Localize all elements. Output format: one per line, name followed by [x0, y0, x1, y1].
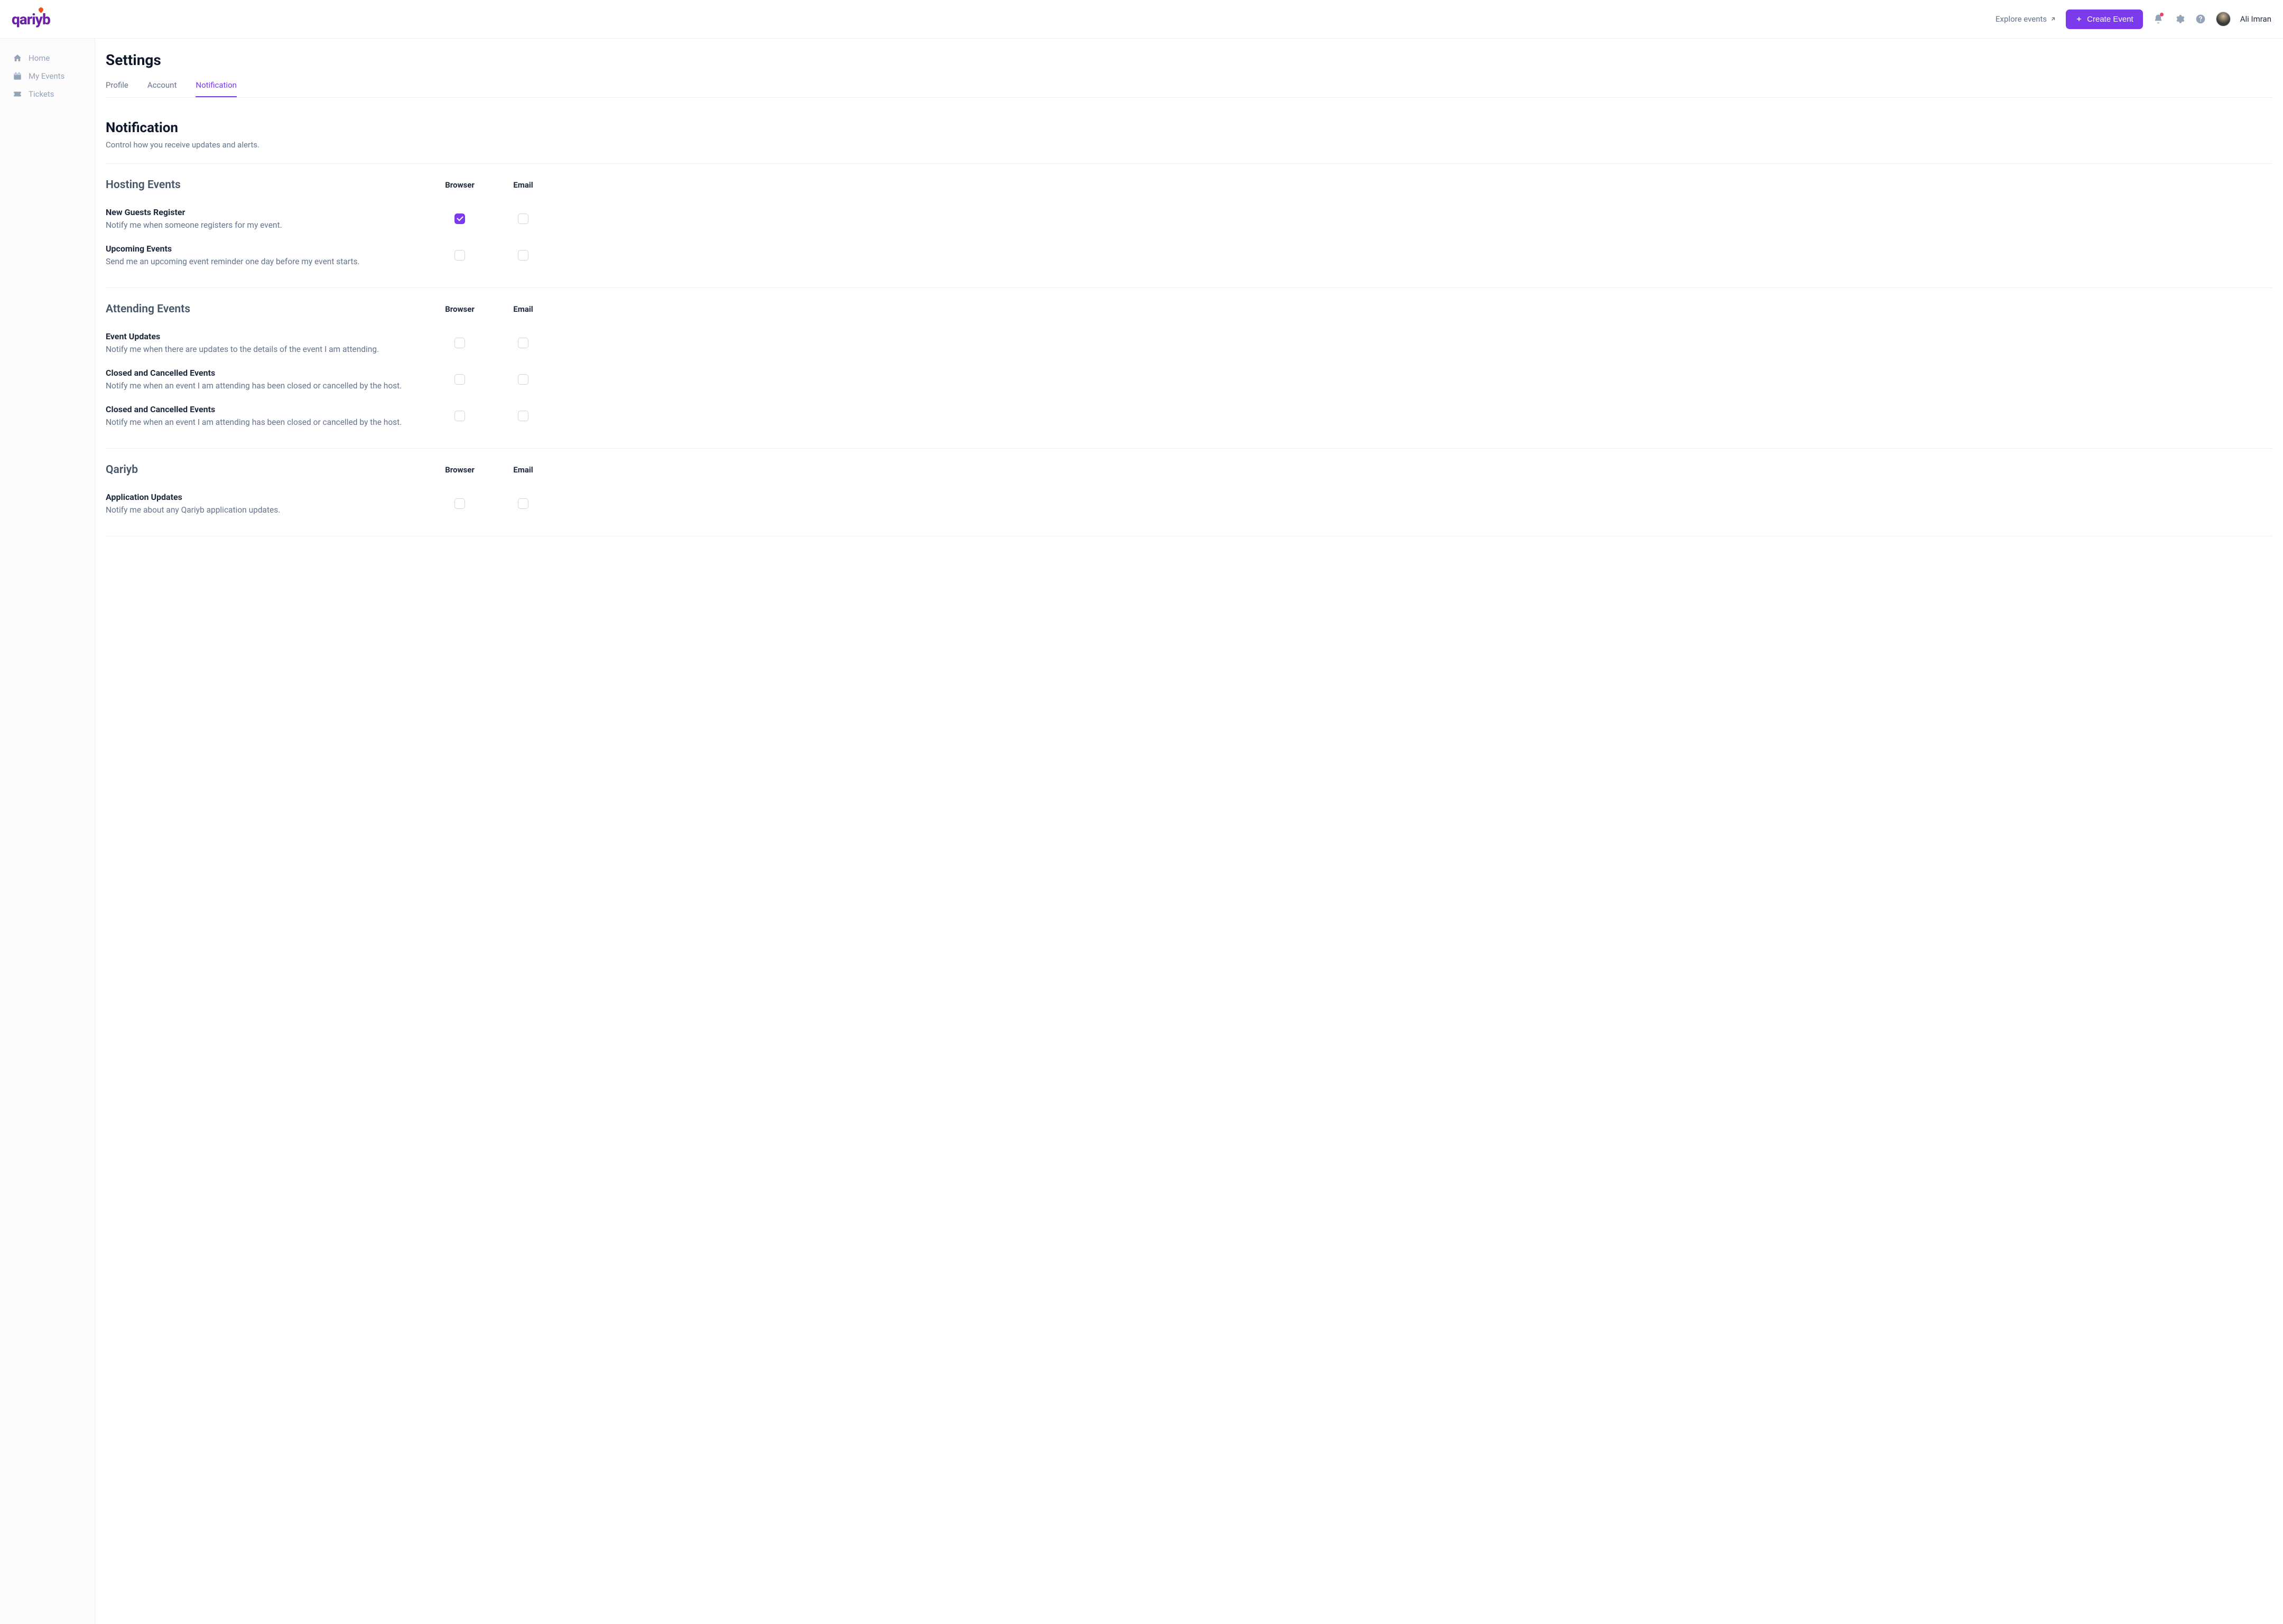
- sidebar-item-label: Tickets: [29, 89, 54, 99]
- email-checkbox-cell: [491, 250, 555, 261]
- tab-profile[interactable]: Profile: [106, 80, 128, 97]
- main-content: Settings Profile Account Notification No…: [95, 39, 2283, 1624]
- plus-icon: [2075, 15, 2083, 23]
- settings-row: Closed and Cancelled Events Notify me whe…: [106, 400, 2272, 437]
- header-right: Explore events Create Event Ali Imran: [1996, 10, 2271, 29]
- sidebar-item-my-events[interactable]: My Events: [6, 67, 95, 85]
- app-header: qariyb Explore events Create Event Ali I…: [0, 0, 2283, 39]
- email-checkbox[interactable]: [518, 214, 528, 224]
- sidebar: Home My Events Tickets: [0, 39, 95, 1624]
- settings-group: Attending EventsBrowserEmail Event Update…: [106, 288, 2272, 449]
- email-checkbox-cell: [491, 411, 555, 421]
- row-text: Upcoming Events Send me an upcoming event…: [106, 244, 428, 266]
- row-description: Notify me when an event I am attending h…: [106, 381, 428, 391]
- column-header-email: Email: [491, 465, 555, 475]
- browser-checkbox[interactable]: [454, 411, 465, 421]
- row-text: Application Updates Notify me about any Q…: [106, 492, 428, 515]
- browser-checkbox-cell: [428, 214, 491, 224]
- group-header: QariybBrowserEmail: [106, 463, 2272, 476]
- row-text: Closed and Cancelled Events Notify me whe…: [106, 368, 428, 391]
- group-header: Hosting EventsBrowserEmail: [106, 179, 2272, 191]
- home-icon: [13, 53, 22, 63]
- column-header-browser: Browser: [428, 180, 491, 190]
- browser-checkbox-cell: [428, 411, 491, 421]
- email-checkbox[interactable]: [518, 498, 528, 509]
- user-name: Ali Imran: [2240, 14, 2271, 24]
- settings-row: Application Updates Notify me about any Q…: [106, 488, 2272, 524]
- browser-checkbox-cell: [428, 374, 491, 385]
- email-checkbox[interactable]: [518, 338, 528, 348]
- settings-row: Closed and Cancelled Events Notify me whe…: [106, 364, 2272, 400]
- row-title: Event Updates: [106, 331, 428, 341]
- browser-checkbox[interactable]: [454, 498, 465, 509]
- settings-group: Hosting EventsBrowserEmail New Guests Reg…: [106, 164, 2272, 288]
- create-event-button[interactable]: Create Event: [2066, 10, 2143, 29]
- row-description: Notify me when an event I am attending h…: [106, 417, 428, 427]
- browser-checkbox-cell: [428, 338, 491, 348]
- row-description: Notify me when someone registers for my …: [106, 220, 428, 230]
- notification-dot-icon: [2160, 13, 2164, 16]
- sidebar-item-tickets[interactable]: Tickets: [6, 85, 95, 103]
- browser-checkbox-cell: [428, 498, 491, 509]
- row-text: New Guests Register Notify me when someon…: [106, 207, 428, 230]
- group-title: Attending Events: [106, 303, 428, 315]
- row-text: Event Updates Notify me when there are up…: [106, 331, 428, 354]
- logo[interactable]: qariyb: [12, 7, 50, 31]
- calendar-icon: [13, 71, 22, 81]
- help-button[interactable]: [2195, 13, 2206, 25]
- sidebar-item-label: Home: [29, 53, 50, 63]
- email-checkbox-cell: [491, 338, 555, 348]
- settings-tabs: Profile Account Notification: [106, 80, 2272, 98]
- section-subtitle: Control how you receive updates and aler…: [106, 140, 2272, 150]
- group-title: Qariyb: [106, 463, 428, 476]
- tab-account[interactable]: Account: [147, 80, 177, 97]
- row-title: Closed and Cancelled Events: [106, 368, 428, 378]
- group-header: Attending EventsBrowserEmail: [106, 303, 2272, 315]
- email-checkbox-cell: [491, 374, 555, 385]
- row-description: Send me an upcoming event reminder one d…: [106, 257, 428, 266]
- section-title: Notification: [106, 120, 2272, 136]
- column-header-email: Email: [491, 180, 555, 190]
- column-header-email: Email: [491, 304, 555, 314]
- browser-checkbox-cell: [428, 250, 491, 261]
- row-description: Notify me about any Qariyb application u…: [106, 505, 428, 515]
- ticket-icon: [13, 89, 22, 99]
- email-checkbox[interactable]: [518, 374, 528, 385]
- settings-row: Upcoming Events Send me an upcoming event…: [106, 239, 2272, 276]
- settings-button[interactable]: [2174, 13, 2185, 25]
- arrow-up-right-icon: [2050, 16, 2056, 22]
- page-title: Settings: [106, 51, 2272, 69]
- settings-row: Event Updates Notify me when there are up…: [106, 327, 2272, 364]
- row-text: Closed and Cancelled Events Notify me whe…: [106, 404, 428, 427]
- row-title: Application Updates: [106, 492, 428, 502]
- browser-checkbox[interactable]: [454, 214, 465, 224]
- settings-row: New Guests Register Notify me when someon…: [106, 203, 2272, 239]
- sidebar-item-home[interactable]: Home: [6, 49, 95, 67]
- browser-checkbox[interactable]: [454, 374, 465, 385]
- browser-checkbox[interactable]: [454, 338, 465, 348]
- sidebar-item-label: My Events: [29, 71, 64, 81]
- tab-notification[interactable]: Notification: [196, 80, 237, 97]
- row-title: New Guests Register: [106, 207, 428, 217]
- explore-events-link[interactable]: Explore events: [1996, 14, 2056, 24]
- notifications-button[interactable]: [2152, 13, 2164, 25]
- row-description: Notify me when there are updates to the …: [106, 345, 428, 354]
- help-icon: [2195, 14, 2206, 24]
- email-checkbox-cell: [491, 214, 555, 224]
- pin-icon: [38, 6, 44, 13]
- row-title: Upcoming Events: [106, 244, 428, 254]
- column-header-browser: Browser: [428, 304, 491, 314]
- gear-icon: [2174, 14, 2185, 24]
- avatar[interactable]: [2216, 12, 2231, 26]
- email-checkbox[interactable]: [518, 411, 528, 421]
- group-title: Hosting Events: [106, 179, 428, 191]
- column-header-browser: Browser: [428, 465, 491, 475]
- email-checkbox-cell: [491, 498, 555, 509]
- explore-events-label: Explore events: [1996, 14, 2047, 24]
- browser-checkbox[interactable]: [454, 250, 465, 261]
- email-checkbox[interactable]: [518, 250, 528, 261]
- settings-group: QariybBrowserEmail Application Updates Not…: [106, 449, 2272, 536]
- create-event-label: Create Event: [2087, 15, 2133, 24]
- row-title: Closed and Cancelled Events: [106, 404, 428, 414]
